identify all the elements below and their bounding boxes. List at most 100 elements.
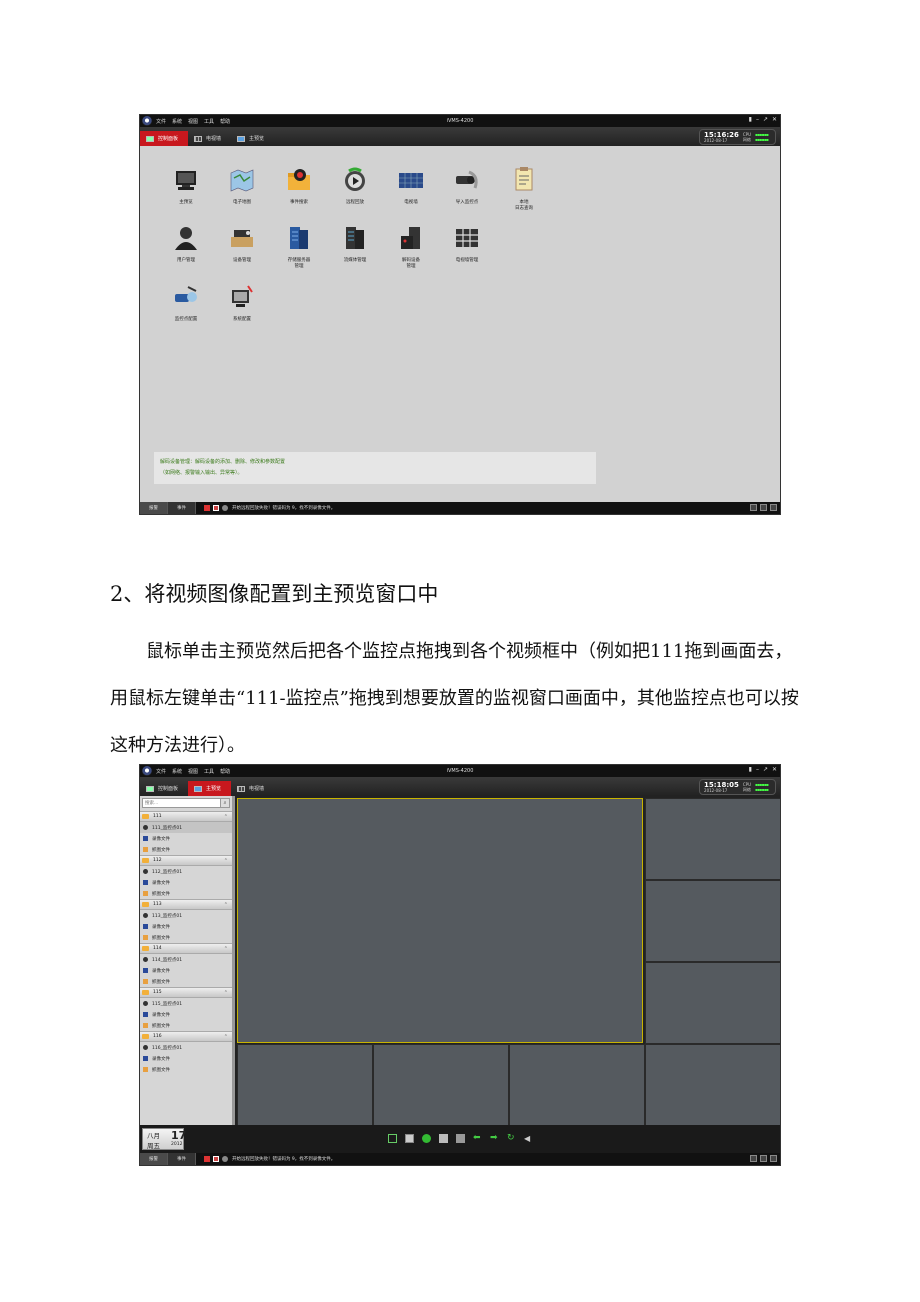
tree-camera-item[interactable]: 115_监控点01 — [140, 998, 232, 1009]
chevron-up-icon[interactable]: ⌃ — [224, 990, 228, 996]
status-tab-alarm[interactable]: 报警 — [140, 502, 168, 514]
refresh-icon[interactable]: ↻ — [507, 1134, 516, 1143]
menu-help[interactable]: 帮助 — [220, 768, 230, 775]
chevron-up-icon[interactable]: ⌃ — [224, 858, 228, 864]
tree-snapshot-files[interactable]: 抓图文件 — [140, 888, 232, 899]
lock-icon[interactable]: ▮ — [749, 766, 752, 773]
chevron-up-icon[interactable]: ⌃ — [224, 1034, 228, 1040]
tree-group[interactable]: 113 ⌃ — [140, 899, 232, 910]
item-event-search[interactable]: 事件搜索 — [269, 166, 329, 205]
item-storage-server[interactable]: 存储服务器 管理 — [269, 224, 329, 269]
item-tv-wall-management[interactable]: 电视墙管理 — [437, 224, 497, 263]
alarm-icon[interactable] — [204, 505, 210, 511]
tree-record-files[interactable]: 录像文件 — [140, 921, 232, 932]
video-window-5[interactable] — [237, 1044, 373, 1126]
tab-control-panel[interactable]: 控制面板 — [140, 131, 189, 146]
expand-icon[interactable] — [770, 1155, 777, 1162]
search-input[interactable]: 搜索... ⌕ — [142, 798, 230, 808]
pin-icon[interactable] — [750, 1155, 757, 1162]
tab-main-preview[interactable]: 主预览 — [188, 781, 232, 796]
close-icon[interactable]: ✕ — [772, 766, 777, 773]
menu-tools[interactable]: 工具 — [204, 768, 214, 775]
menu-system[interactable]: 系统 — [172, 768, 182, 775]
tab-control-panel[interactable]: 控制面板 — [140, 781, 188, 796]
record-icon[interactable] — [213, 505, 219, 511]
tree-group[interactable]: 111 ⌃ — [140, 811, 232, 822]
tree-camera-item[interactable]: 112_监控点01 — [140, 866, 232, 877]
tree-group[interactable]: 114 ⌃ — [140, 943, 232, 954]
tree-camera-item[interactable]: 111_监控点01 — [140, 822, 232, 833]
alarm-icon[interactable] — [204, 1156, 210, 1162]
status-tab-event[interactable]: 事件 — [168, 1153, 196, 1165]
menu-view[interactable]: 视图 — [188, 118, 198, 125]
menu-view[interactable]: 视图 — [188, 768, 198, 775]
tab-tv-wall[interactable]: 电视墙 — [231, 781, 274, 796]
snapshot-icon[interactable] — [439, 1134, 448, 1143]
panel-icon[interactable] — [760, 504, 767, 511]
fullscreen-icon[interactable] — [388, 1134, 397, 1143]
item-device-management[interactable]: 设备管理 — [212, 224, 272, 263]
item-decoder-management[interactable]: 解码设备 管理 — [381, 224, 441, 269]
layout-icon[interactable] — [405, 1134, 414, 1143]
search-icon[interactable]: ⌕ — [220, 799, 229, 807]
menu-file[interactable]: 文件 — [156, 768, 166, 775]
tree-record-files[interactable]: 录像文件 — [140, 1053, 232, 1064]
item-e-map[interactable]: 电子地图 — [212, 166, 272, 205]
lock-icon[interactable]: ▮ — [749, 116, 752, 123]
minimize-icon[interactable]: – — [756, 766, 759, 773]
item-remote-playback[interactable]: 远程回放 — [325, 166, 385, 205]
status-tab-event[interactable]: 事件 — [168, 502, 196, 514]
tree-camera-item[interactable]: 114_监控点01 — [140, 954, 232, 965]
close-icon[interactable]: ✕ — [772, 116, 777, 123]
expand-icon[interactable] — [770, 504, 777, 511]
play-icon[interactable] — [422, 1134, 431, 1143]
tree-group[interactable]: 115 ⌃ — [140, 987, 232, 998]
tree-group[interactable]: 116 ⌃ — [140, 1031, 232, 1042]
video-window-6[interactable] — [373, 1044, 509, 1126]
chevron-up-icon[interactable]: ⌃ — [224, 902, 228, 908]
tree-record-files[interactable]: 录像文件 — [140, 1009, 232, 1020]
record-icon[interactable] — [213, 1156, 219, 1162]
item-main-preview[interactable]: 主预览 — [156, 166, 216, 205]
minimize-icon[interactable]: – — [756, 116, 759, 123]
menu-help[interactable]: 帮助 — [220, 118, 230, 125]
sound-icon[interactable] — [222, 1156, 228, 1162]
video-window-main[interactable] — [237, 798, 643, 1043]
video-window-2[interactable] — [645, 798, 780, 880]
item-import-camera[interactable]: 导入监控点 — [437, 166, 497, 205]
tree-snapshot-files[interactable]: 抓图文件 — [140, 844, 232, 855]
menu-file[interactable]: 文件 — [156, 118, 166, 125]
status-tab-alarm[interactable]: 报警 — [140, 1153, 168, 1165]
record-file-icon[interactable] — [456, 1134, 465, 1143]
tree-camera-item[interactable]: 116_监控点01 — [140, 1042, 232, 1053]
video-window-7[interactable] — [509, 1044, 645, 1126]
video-window-3[interactable] — [645, 880, 780, 962]
tree-record-files[interactable]: 录像文件 — [140, 877, 232, 888]
maximize-icon[interactable]: ↗ — [763, 116, 768, 123]
item-system-config[interactable]: 系统配置 — [212, 283, 272, 322]
chevron-up-icon[interactable]: ⌃ — [224, 946, 228, 952]
item-tv-wall[interactable]: 电视墙 — [381, 166, 441, 205]
calendar-widget[interactable]: 八月 17 周五 2012 — [142, 1128, 186, 1150]
menu-system[interactable]: 系统 — [172, 118, 182, 125]
chevron-up-icon[interactable]: ⌃ — [224, 814, 228, 820]
volume-icon[interactable]: ◀ — [524, 1134, 533, 1143]
tree-group[interactable]: 112 ⌃ — [140, 855, 232, 866]
sound-icon[interactable] — [222, 505, 228, 511]
video-window-8[interactable] — [645, 1044, 780, 1126]
menu-tools[interactable]: 工具 — [204, 118, 214, 125]
maximize-icon[interactable]: ↗ — [763, 766, 768, 773]
tab-tv-wall[interactable]: 电视墙 — [188, 131, 231, 146]
tree-record-files[interactable]: 录像文件 — [140, 833, 232, 844]
tree-snapshot-files[interactable]: 抓图文件 — [140, 1064, 232, 1075]
tree-snapshot-files[interactable]: 抓图文件 — [140, 932, 232, 943]
item-user-management[interactable]: 用户管理 — [156, 224, 216, 263]
tree-camera-item[interactable]: 113_监控点01 — [140, 910, 232, 921]
previous-icon[interactable]: ⬅ — [473, 1134, 482, 1143]
pin-icon[interactable] — [750, 504, 757, 511]
video-window-4[interactable] — [645, 962, 780, 1044]
item-local-log[interactable]: 本地 日志查询 — [494, 166, 554, 211]
panel-icon[interactable] — [760, 1155, 767, 1162]
tab-main-preview[interactable]: 主预览 — [231, 131, 274, 146]
next-icon[interactable]: ➡ — [490, 1134, 499, 1143]
